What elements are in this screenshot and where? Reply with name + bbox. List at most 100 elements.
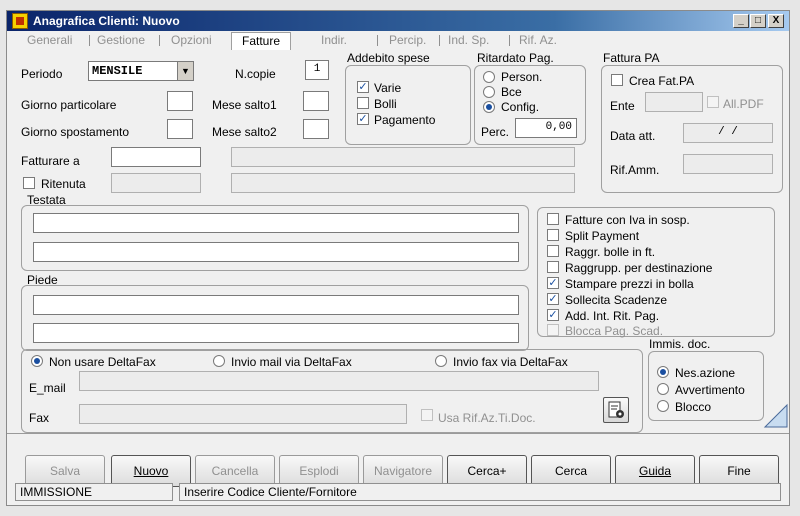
crea-fatpa-checkbox[interactable]	[611, 74, 623, 86]
add-int-rit-label: Add. Int. Rit. Pag.	[565, 309, 660, 323]
ncopie-label: N.copie	[235, 67, 276, 81]
invio-mail-deltafax-radio[interactable]	[213, 355, 225, 367]
giorno-particolare-label: Giorno particolare	[21, 98, 117, 112]
invio-mail-deltafax-label: Invio mail via DeltaFax	[231, 355, 352, 369]
title-bar[interactable]: Anagrafica Clienti: Nuovo _ □ X	[7, 11, 789, 31]
tab-separator	[159, 35, 160, 46]
data-att-field[interactable]: / /	[683, 123, 773, 143]
ritenuta-description	[231, 173, 575, 193]
main-window: Anagrafica Clienti: Nuovo _ □ X Generali…	[6, 10, 790, 506]
email-label: E_mail	[29, 381, 66, 395]
giorno-spostamento-field[interactable]	[167, 119, 193, 139]
raggrupp-destinazione-checkbox[interactable]	[547, 261, 559, 273]
ritenuta-checkbox[interactable]	[23, 177, 35, 189]
person-label: Person.	[501, 70, 543, 84]
ncopie-field[interactable]: 1	[305, 60, 329, 80]
window-title: Anagrafica Clienti: Nuovo	[33, 14, 180, 28]
giorno-particolare-field[interactable]	[167, 91, 193, 111]
ritardato-title: Ritardato Pag.	[477, 51, 554, 65]
sollecita-scadenze-checkbox[interactable]: ✓	[547, 293, 559, 305]
avvertimento-label: Avvertimento	[675, 383, 745, 397]
tab-opzioni[interactable]: Opzioni	[171, 33, 212, 49]
ente-label: Ente	[610, 99, 635, 113]
blocca-pag-checkbox[interactable]	[547, 324, 559, 336]
bce-radio[interactable]	[483, 86, 495, 98]
invio-fax-deltafax-radio[interactable]	[435, 355, 447, 367]
periodo-select[interactable]: MENSILE ▼	[88, 61, 194, 81]
data-att-label: Data att.	[610, 129, 656, 143]
tab-ind-sp[interactable]: Ind. Sp.	[448, 33, 489, 49]
mese-salto2-field[interactable]	[303, 119, 329, 139]
pagamento-label: Pagamento	[374, 113, 436, 127]
sollecita-scadenze-label: Sollecita Scadenze	[565, 293, 668, 307]
restore-button[interactable]: □	[750, 14, 766, 28]
immis-title: Immis. doc.	[649, 337, 711, 351]
crea-fatpa-label: Crea Fat.PA	[629, 74, 695, 88]
divider	[7, 433, 789, 434]
raggr-bolle-checkbox[interactable]	[547, 245, 559, 257]
piede-line1-field[interactable]	[33, 295, 519, 315]
status-mode: IMMISSIONE	[15, 483, 173, 501]
chevron-down-icon[interactable]: ▼	[177, 62, 193, 80]
screen-background: Anagrafica Clienti: Nuovo _ □ X Generali…	[0, 0, 800, 516]
tab-indir[interactable]: Indir.	[321, 33, 347, 49]
tab-separator	[89, 35, 90, 46]
all-pdf-label: All.PDF	[723, 97, 764, 111]
tab-gestione[interactable]: Gestione	[97, 33, 145, 49]
status-message: Inserire Codice Cliente/Fornitore	[179, 483, 781, 501]
fax-label: Fax	[29, 411, 50, 425]
minimize-button[interactable]: _	[733, 14, 749, 28]
perc-label: Perc.	[481, 125, 510, 139]
nes-azione-radio[interactable]	[657, 366, 669, 378]
perc-field[interactable]: 0,00	[515, 118, 577, 138]
periodo-value: MENSILE	[92, 64, 143, 78]
pagamento-checkbox[interactable]: ✓	[357, 113, 369, 125]
tab-percip[interactable]: Percip.	[389, 33, 426, 49]
bolli-checkbox[interactable]	[357, 97, 369, 109]
rif-amm-label: Rif.Amm.	[610, 163, 660, 177]
testata-line1-field[interactable]	[33, 213, 519, 233]
testata-line2-field[interactable]	[33, 242, 519, 262]
blocco-radio[interactable]	[657, 400, 669, 412]
tab-generali[interactable]: Generali	[27, 33, 72, 49]
fatture-iva-sosp-checkbox[interactable]	[547, 213, 559, 225]
blocca-pag-label: Blocca Pag. Scad.	[565, 324, 664, 338]
usa-rif-label: Usa Rif.Az.Ti.Doc.	[438, 411, 536, 425]
avvertimento-radio[interactable]	[657, 383, 669, 395]
ente-field	[645, 92, 703, 112]
mese-salto1-field[interactable]	[303, 91, 329, 111]
tab-rif-az[interactable]: Rif. Az.	[519, 33, 557, 49]
email-field	[79, 371, 599, 391]
config-radio[interactable]	[483, 101, 495, 113]
close-button[interactable]: X	[768, 14, 784, 28]
resize-corner-icon[interactable]	[763, 403, 789, 429]
split-payment-label: Split Payment	[565, 229, 640, 243]
tab-separator	[377, 35, 378, 46]
blocco-label: Blocco	[675, 400, 712, 414]
add-int-rit-checkbox[interactable]: ✓	[547, 309, 559, 321]
non-usare-deltafax-radio[interactable]	[31, 355, 43, 367]
all-pdf-checkbox[interactable]	[707, 96, 719, 108]
stampare-prezzi-checkbox[interactable]: ✓	[547, 277, 559, 289]
fatturare-a-description	[231, 147, 575, 167]
fatturare-a-field[interactable]	[111, 147, 201, 167]
tab-fatture[interactable]: Fatture	[231, 32, 292, 50]
split-payment-checkbox[interactable]	[547, 229, 559, 241]
giorno-spostamento-label: Giorno spostamento	[21, 125, 130, 139]
varie-checkbox[interactable]: ✓	[357, 81, 369, 93]
raggrupp-destinazione-label: Raggrupp. per destinazione	[565, 261, 713, 275]
periodo-label: Periodo	[21, 67, 63, 81]
ritenuta-field	[111, 173, 201, 193]
fattura-pa-title: Fattura PA	[603, 51, 660, 65]
document-settings-button[interactable]	[603, 397, 629, 423]
bce-label: Bce	[501, 85, 522, 99]
non-usare-deltafax-label: Non usare DeltaFax	[49, 355, 156, 369]
app-icon	[12, 13, 28, 29]
ritenuta-label: Ritenuta	[41, 177, 86, 191]
bolli-label: Bolli	[374, 97, 397, 111]
usa-rif-checkbox[interactable]	[421, 409, 433, 421]
document-gear-icon	[608, 401, 624, 418]
piede-line2-field[interactable]	[33, 323, 519, 343]
fax-field	[79, 404, 407, 424]
person-radio[interactable]	[483, 71, 495, 83]
